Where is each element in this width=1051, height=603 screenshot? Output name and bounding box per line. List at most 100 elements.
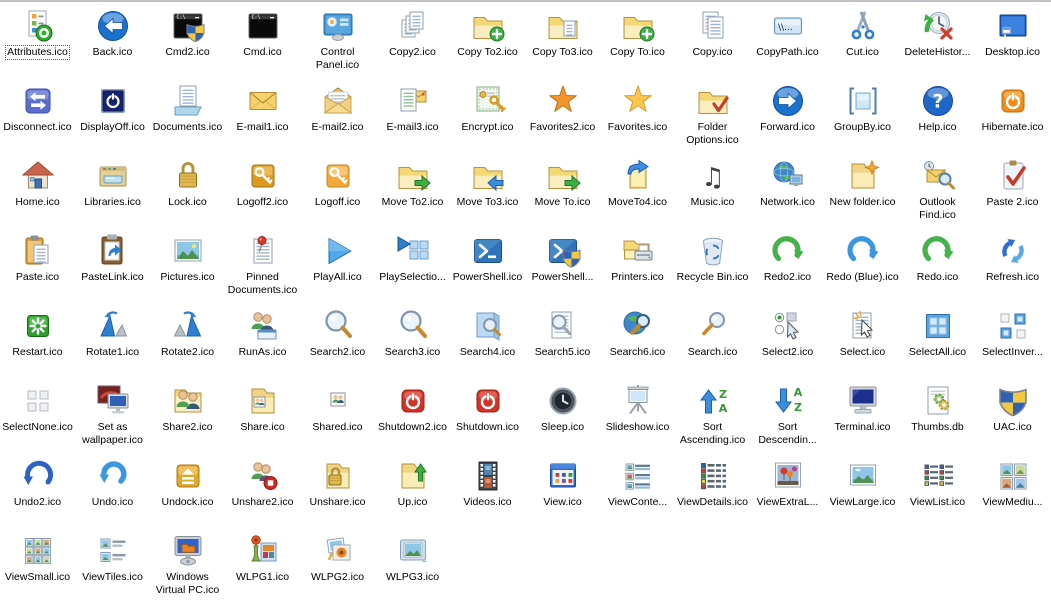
file-unshare2[interactable]: Unshare2.ico xyxy=(225,453,300,528)
file-uac[interactable]: UAC.ico xyxy=(975,378,1050,453)
file-copy-to2[interactable]: Copy To2.ico xyxy=(450,3,525,78)
file-wlpg1[interactable]: WLPG1.ico xyxy=(225,528,300,603)
file-displayoff[interactable]: DisplayOff.ico xyxy=(75,78,150,153)
file-viewdetails[interactable]: ViewDetails.ico xyxy=(675,453,750,528)
file-viewlarge[interactable]: ViewLarge.ico xyxy=(825,453,900,528)
file-encrypt[interactable]: Encrypt.ico xyxy=(450,78,525,153)
file-search4[interactable]: Search4.ico xyxy=(450,303,525,378)
file-back[interactable]: Back.ico xyxy=(75,3,150,78)
file-set-as-wallpaper[interactable]: Set as wallpaper.ico xyxy=(75,378,150,453)
file-powershell[interactable]: PowerShell... xyxy=(525,228,600,303)
file-hibernate[interactable]: Hibernate.ico xyxy=(975,78,1050,153)
file-documents[interactable]: Documents.ico xyxy=(150,78,225,153)
file-e-mail3[interactable]: E-mail3.ico xyxy=(375,78,450,153)
file-outlook-find[interactable]: Outlook Find.ico xyxy=(900,153,975,228)
file-help[interactable]: ?Help.ico xyxy=(900,78,975,153)
file-undo2[interactable]: Undo2.ico xyxy=(0,453,75,528)
file-viewsmall[interactable]: ViewSmall.ico xyxy=(0,528,75,603)
file-up[interactable]: Up.ico xyxy=(375,453,450,528)
file-selectall[interactable]: SelectAll.ico xyxy=(900,303,975,378)
file-thumbs[interactable]: Thumbs.db xyxy=(900,378,975,453)
file-shared[interactable]: Shared.ico xyxy=(300,378,375,453)
file-viewlist[interactable]: ViewList.ico xyxy=(900,453,975,528)
file-powershell[interactable]: PowerShell.ico xyxy=(450,228,525,303)
file-sleep[interactable]: Sleep.ico xyxy=(525,378,600,453)
file-home[interactable]: Home.ico xyxy=(0,153,75,228)
file-libraries[interactable]: Libraries.ico xyxy=(75,153,150,228)
file-lock[interactable]: Lock.ico xyxy=(150,153,225,228)
file-windows-virtual-pc[interactable]: Windows Virtual PC.ico xyxy=(150,528,225,603)
file-select2[interactable]: Select2.ico xyxy=(750,303,825,378)
file-cmd2[interactable]: C:\Cmd2.ico xyxy=(150,3,225,78)
file-logoff[interactable]: Logoff.ico xyxy=(300,153,375,228)
file-cut[interactable]: Cut.ico xyxy=(825,3,900,78)
file-pastelink[interactable]: PasteLink.ico xyxy=(75,228,150,303)
file-undo[interactable]: Undo.ico xyxy=(75,453,150,528)
file-folder-options[interactable]: Folder Options.ico xyxy=(675,78,750,153)
file-copy[interactable]: Copy.ico xyxy=(675,3,750,78)
file-selectinver[interactable]: SelectInver... xyxy=(975,303,1050,378)
file-shutdown[interactable]: Shutdown.ico xyxy=(450,378,525,453)
file-viewextral[interactable]: ViewExtraL... xyxy=(750,453,825,528)
file-logoff2[interactable]: Logoff2.ico xyxy=(225,153,300,228)
file-redo2[interactable]: Redo2.ico xyxy=(750,228,825,303)
file-viewmediu[interactable]: ViewMediu... xyxy=(975,453,1050,528)
file-disconnect[interactable]: Disconnect.ico xyxy=(0,78,75,153)
file-refresh[interactable]: Refresh.ico xyxy=(975,228,1050,303)
file-wlpg3[interactable]: WLPG3.ico xyxy=(375,528,450,603)
file-control-panel[interactable]: Control Panel.ico xyxy=(300,3,375,78)
file-network[interactable]: Network.ico xyxy=(750,153,825,228)
file-move-to[interactable]: Move To.ico xyxy=(525,153,600,228)
file-restart[interactable]: Restart.ico xyxy=(0,303,75,378)
file-e-mail2[interactable]: E-mail2.ico xyxy=(300,78,375,153)
file-viewtiles[interactable]: ViewTiles.ico xyxy=(75,528,150,603)
file-rotate1[interactable]: Rotate1.ico xyxy=(75,303,150,378)
file-viewconte[interactable]: ViewConte... xyxy=(600,453,675,528)
file-view[interactable]: View.ico xyxy=(525,453,600,528)
file-redo[interactable]: Redo.ico xyxy=(900,228,975,303)
file-desktop[interactable]: Desktop.ico xyxy=(975,3,1050,78)
file-forward[interactable]: Forward.ico xyxy=(750,78,825,153)
file-favorites[interactable]: Favorites.ico xyxy=(600,78,675,153)
file-search6[interactable]: Search6.ico xyxy=(600,303,675,378)
file-runas[interactable]: RunAs.ico xyxy=(225,303,300,378)
file-attributes[interactable]: Attributes.ico xyxy=(0,3,75,78)
file-printers[interactable]: Printers.ico xyxy=(600,228,675,303)
file-copy2[interactable]: Copy2.ico xyxy=(375,3,450,78)
file-playall[interactable]: PlayAll.ico xyxy=(300,228,375,303)
file-playselectio[interactable]: PlaySelectio... xyxy=(375,228,450,303)
file-videos[interactable]: Videos.ico xyxy=(450,453,525,528)
file-search3[interactable]: Search3.ico xyxy=(375,303,450,378)
file-deletehistor[interactable]: DeleteHistor... xyxy=(900,3,975,78)
file-undock[interactable]: Undock.ico xyxy=(150,453,225,528)
file-share2[interactable]: Share2.ico xyxy=(150,378,225,453)
file-move-to2[interactable]: Move To2.ico xyxy=(375,153,450,228)
file-unshare[interactable]: Unshare.ico xyxy=(300,453,375,528)
file-move-to3[interactable]: Move To3.ico xyxy=(450,153,525,228)
file-recycle-bin[interactable]: Recycle Bin.ico xyxy=(675,228,750,303)
file-shutdown2[interactable]: Shutdown2.ico xyxy=(375,378,450,453)
file-cmd[interactable]: C:\Cmd.ico xyxy=(225,3,300,78)
file-new-folder[interactable]: New folder.ico xyxy=(825,153,900,228)
file-wlpg2[interactable]: WLPG2.ico xyxy=(300,528,375,603)
file-search[interactable]: Search.ico xyxy=(675,303,750,378)
file-moveto4[interactable]: MoveTo4.ico xyxy=(600,153,675,228)
file-music[interactable]: ♫Music.ico xyxy=(675,153,750,228)
file-pictures[interactable]: Pictures.ico xyxy=(150,228,225,303)
file-sort-ascending[interactable]: ZASort Ascending.ico xyxy=(675,378,750,453)
file-copy-to3[interactable]: Copy To3.ico xyxy=(525,3,600,78)
file-selectnone[interactable]: SelectNone.ico xyxy=(0,378,75,453)
file-search5[interactable]: Search5.ico xyxy=(525,303,600,378)
file-favorites2[interactable]: Favorites2.ico xyxy=(525,78,600,153)
file-e-mail1[interactable]: E-mail1.ico xyxy=(225,78,300,153)
file-slideshow[interactable]: Slideshow.ico xyxy=(600,378,675,453)
file-pinned-documents[interactable]: Pinned Documents.ico xyxy=(225,228,300,303)
file-redo-blue[interactable]: Redo (Blue).ico xyxy=(825,228,900,303)
file-rotate2[interactable]: Rotate2.ico xyxy=(150,303,225,378)
file-groupby[interactable]: GroupBy.ico xyxy=(825,78,900,153)
file-paste-2[interactable]: Paste 2.ico xyxy=(975,153,1050,228)
file-share[interactable]: Share.ico xyxy=(225,378,300,453)
file-copypath[interactable]: \\...CopyPath.ico xyxy=(750,3,825,78)
file-sort-descendin[interactable]: AZSort Descendin... xyxy=(750,378,825,453)
file-paste[interactable]: Paste.ico xyxy=(0,228,75,303)
